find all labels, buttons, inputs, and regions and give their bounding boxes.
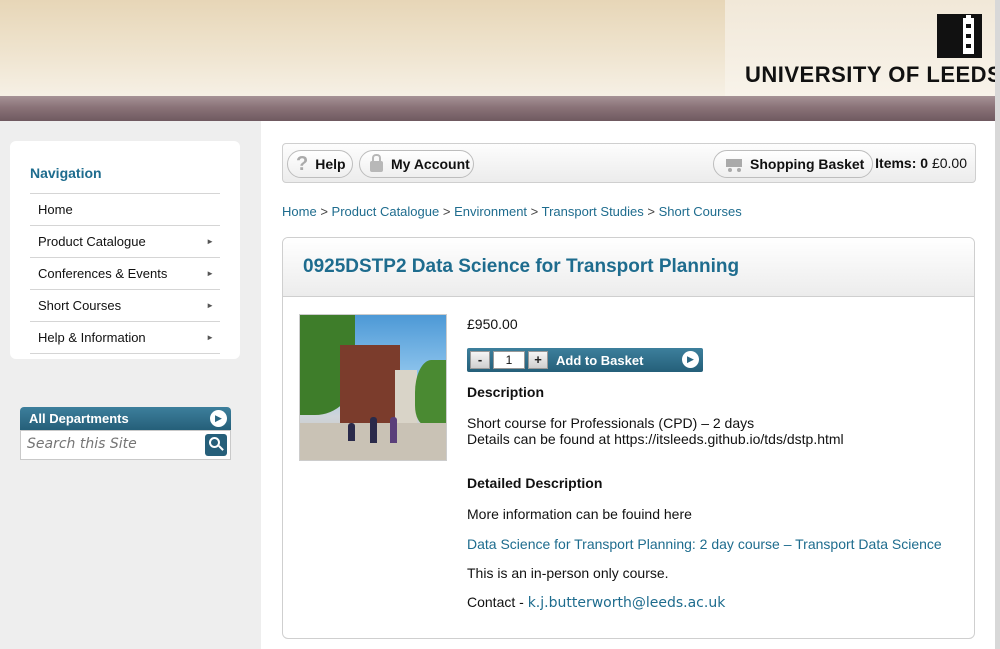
arrow-right-circle-icon: ▶ (210, 410, 227, 427)
breadcrumb: Home > Product Catalogue > Environment >… (282, 204, 742, 219)
product-header: 0925DSTP2 Data Science for Transport Pla… (283, 238, 974, 297)
contact-email-link[interactable]: k.j.butterworth@leeds.ac.uk (528, 595, 726, 611)
more-info-text: More information can be fouind here (467, 506, 692, 522)
breadcrumb-transport-studies[interactable]: Transport Studies (542, 204, 644, 219)
navigation-list: Home Product Catalogue ► Conferences & Ev… (30, 193, 220, 354)
sidebar-item-conferences-events[interactable]: Conferences & Events ► (30, 258, 220, 290)
all-departments-dropdown[interactable]: All Departments ▶ (20, 407, 231, 430)
quantity-input[interactable]: 1 (493, 351, 525, 369)
departments-search-box: All Departments ▶ (20, 407, 231, 460)
question-mark-icon: ? (296, 152, 309, 175)
sidebar-item-short-courses[interactable]: Short Courses ► (30, 290, 220, 322)
chevron-right-icon: ► (206, 269, 214, 278)
items-label: Items: (875, 155, 917, 171)
university-crest-icon[interactable] (937, 14, 982, 58)
add-to-basket-bar: - 1 + Add to Basket ▶ (467, 348, 703, 372)
sidebar-item-label: Help & Information (38, 330, 146, 345)
description-line-1: Short course for Professionals (CPD) – 2… (467, 415, 755, 431)
help-label: Help (315, 156, 346, 172)
quantity-decrease-button[interactable]: - (470, 351, 490, 369)
sidebar-item-product-catalogue[interactable]: Product Catalogue ► (30, 226, 220, 258)
help-button[interactable]: ? Help (287, 150, 353, 178)
product-panel: 0925DSTP2 Data Science for Transport Pla… (282, 237, 975, 639)
product-price: £950.00 (467, 316, 518, 332)
product-image[interactable] (299, 314, 447, 461)
navigation-title: Navigation (30, 165, 102, 181)
search-input[interactable] (21, 431, 196, 457)
items-total: £0.00 (931, 155, 967, 171)
search-button[interactable] (205, 434, 227, 456)
my-account-label: My Account (391, 156, 470, 172)
sidebar-item-label: Short Courses (38, 298, 122, 313)
sidebar-item-label: Conferences & Events (38, 266, 168, 281)
lock-icon (370, 153, 383, 172)
university-logo-text[interactable]: UNIVERSITY OF LEEDS (745, 62, 1000, 88)
chevron-right-icon: ► (206, 301, 214, 310)
sidebar-item-label: Home (38, 202, 73, 217)
sidebar: Navigation Home Product Catalogue ► Confe… (0, 121, 261, 649)
account-toolbar: ? Help My Account Shopping Basket Items:… (282, 143, 976, 183)
shopping-basket-button[interactable]: Shopping Basket (713, 150, 873, 178)
breadcrumb-environment[interactable]: Environment (454, 204, 527, 219)
description-heading: Description (467, 384, 545, 400)
shopping-cart-icon (722, 157, 744, 172)
quantity-increase-button[interactable]: + (528, 351, 548, 369)
course-info-link[interactable]: Data Science for Transport Planning: 2 d… (467, 536, 942, 552)
site-search (20, 430, 231, 460)
chevron-right-icon: ► (206, 333, 214, 342)
my-account-button[interactable]: My Account (359, 150, 474, 178)
sidebar-item-home[interactable]: Home (30, 194, 220, 226)
shopping-basket-label: Shopping Basket (750, 156, 865, 172)
add-to-basket-button[interactable]: Add to Basket (556, 353, 643, 368)
breadcrumb-short-courses[interactable]: Short Courses (659, 204, 742, 219)
contact-label: Contact - (467, 594, 524, 610)
breadcrumb-home[interactable]: Home (282, 204, 317, 219)
navigation-box: Navigation Home Product Catalogue ► Confe… (10, 141, 240, 359)
chevron-right-icon: ► (206, 237, 214, 246)
items-count: 0 (920, 155, 929, 171)
description-line-2: Details can be found at https://itsleeds… (467, 431, 844, 447)
arrow-right-circle-icon[interactable]: ▶ (682, 351, 699, 368)
contact-line: Contact - k.j.butterworth@leeds.ac.uk (467, 594, 725, 611)
breadcrumb-product-catalogue[interactable]: Product Catalogue (332, 204, 440, 219)
sidebar-item-label: Product Catalogue (38, 234, 146, 249)
product-title: 0925DSTP2 Data Science for Transport Pla… (303, 256, 740, 277)
window-scrollbar[interactable] (995, 0, 1000, 649)
sidebar-item-help-information[interactable]: Help & Information ► (30, 322, 220, 354)
header-band (0, 96, 995, 121)
detailed-description-heading: Detailed Description (467, 475, 603, 491)
basket-summary: Items: 0 £0.00 (875, 155, 967, 171)
in-person-note: This is an in-person only course. (467, 565, 669, 581)
all-departments-label: All Departments (29, 411, 129, 426)
